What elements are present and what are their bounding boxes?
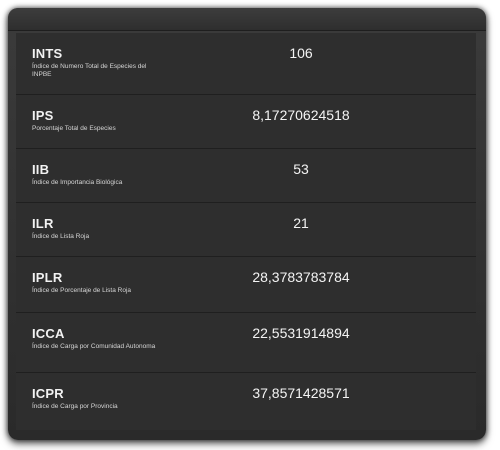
index-value: 8,17270624518 (252, 107, 350, 123)
index-code: IPS (32, 108, 54, 123)
indices-table: INTS Índice de Numero Total de Especies … (16, 33, 476, 430)
index-description: Porcentaje Total de Especies (32, 125, 116, 132)
index-code: IPLR (32, 270, 63, 285)
index-value: 22,5531914894 (252, 325, 350, 341)
index-value: 28,3783783784 (252, 269, 350, 285)
table-row-iib: IIB Índice de Importancia Biológica 53 (16, 149, 476, 203)
index-description: Índice de Importancia Biológica (32, 179, 123, 186)
index-description: Índice de Lista Roja (32, 233, 90, 240)
table-row-icpr: ICPR Índice de Carga por Provincia 37,85… (16, 373, 476, 430)
table-row-ips: IPS Porcentaje Total de Especies 8,17270… (16, 95, 476, 149)
table-row-iplr: IPLR Índice de Porcentaje de Lista Roja … (16, 257, 476, 313)
index-value: 106 (289, 45, 313, 61)
index-code: ICPR (32, 386, 64, 401)
index-description: Índice de Carga por Comunidad Autonoma (32, 343, 156, 350)
index-description: Índice de Carga por Provincia (32, 403, 118, 410)
panel-header-bar (8, 8, 486, 31)
index-code: ILR (32, 216, 54, 231)
index-description: Índice de Numero Total de Especies del I… (32, 63, 147, 78)
index-value: 21 (293, 215, 309, 231)
index-value: 53 (293, 161, 309, 177)
index-code: ICCA (32, 326, 65, 341)
table-row-icca: ICCA Índice de Carga por Comunidad Auton… (16, 313, 476, 373)
index-code: IIB (32, 162, 50, 177)
table-row-ilr: ILR Índice de Lista Roja 21 (16, 203, 476, 257)
table-row-ints: INTS Índice de Numero Total de Especies … (16, 33, 476, 95)
index-code: INTS (32, 46, 63, 61)
index-description: Índice de Porcentaje de Lista Roja (32, 287, 132, 294)
indices-panel: INTS Índice de Numero Total de Especies … (8, 8, 486, 440)
index-value: 37,8571428571 (252, 385, 350, 401)
